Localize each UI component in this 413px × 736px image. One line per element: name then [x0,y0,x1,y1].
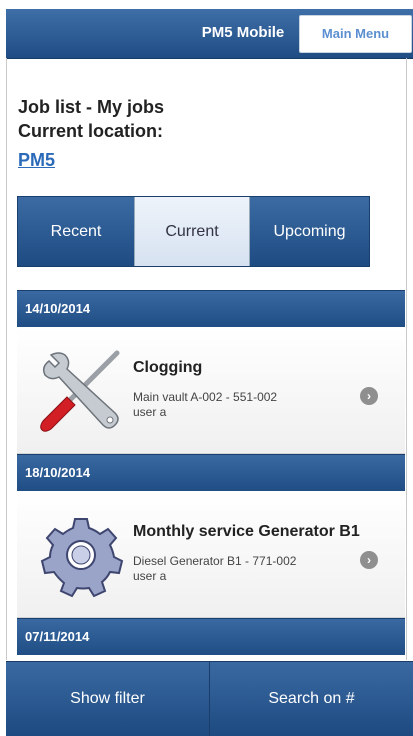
date-divider: 18/10/2014 [17,454,405,491]
location-label: Current location: [18,121,164,141]
content-right-border [406,58,407,660]
job-item-clogging[interactable]: Clogging Main vault A-002 - 551-002 user… [17,327,405,454]
date-divider: 07/11/2014 [17,618,405,655]
tab-current[interactable]: Current [134,197,250,266]
job-tabs: Recent Current Upcoming [17,196,370,267]
show-filter-button[interactable]: Show filter [6,662,209,736]
gear-icon [40,518,124,598]
app-title-text: PM5 Mobile [201,24,285,41]
main-menu-button[interactable]: Main Menu [299,15,412,53]
chevron-right-icon[interactable]: › [360,387,378,405]
job-user: user a [133,405,167,419]
job-user: user a [133,569,167,583]
current-location-link[interactable]: PM5 [18,150,55,171]
job-location: Main vault A-002 - 551-002 [133,390,278,404]
content-left-border [6,58,7,660]
search-number-button[interactable]: Search on # [209,662,413,736]
wrench-screwdriver-icon [40,350,120,432]
job-location: Diesel Generator B1 - 771-002 [133,554,297,568]
job-details: Diesel Generator B1 - 771-002 user a [133,554,296,584]
app-header: PM5 Mobile Main Menu [6,9,413,59]
job-title: Clogging [133,359,203,376]
page-title: Job list - My jobs [18,97,165,117]
chevron-right-icon[interactable]: › [360,551,378,569]
job-title: Monthly service Generator B1 [133,523,360,540]
job-details: Main vault A-002 - 551-002 user a [133,390,277,420]
app-title: PM5 Mobile [6,9,296,58]
date-divider: 14/10/2014 [17,290,405,327]
bottom-toolbar: Show filter Search on # [6,661,413,736]
tab-upcoming[interactable]: Upcoming [250,197,369,266]
job-item-monthly-service[interactable]: Monthly service Generator B1 Diesel Gene… [17,491,405,618]
tab-recent[interactable]: Recent [18,197,134,266]
page-heading: Job list - My jobs Current location: [18,95,164,143]
job-list: 14/10/2014 Clogging Main vault A-002 - 5… [17,290,405,655]
